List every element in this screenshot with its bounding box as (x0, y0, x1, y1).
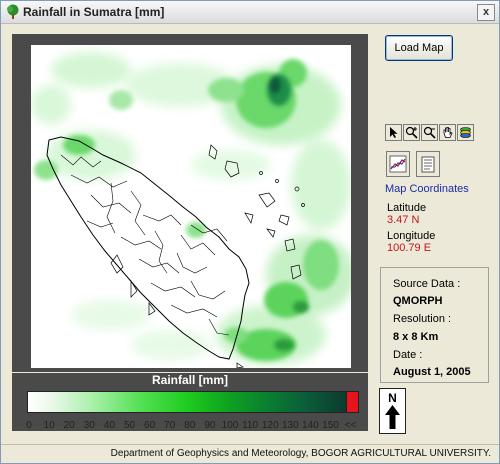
source-data-label: Source Data : (393, 278, 461, 290)
tree-icon (5, 4, 21, 20)
north-arrow-icon (385, 405, 400, 429)
legend-tick-label: 50 (123, 420, 136, 431)
source-info-panel: Source Data : QMORPH Resolution : 8 x 8 … (380, 267, 489, 383)
map-frame (12, 34, 368, 372)
pan-tool-button[interactable] (439, 124, 456, 141)
legend-tick-label: 120 (261, 420, 279, 431)
hand-icon (443, 127, 453, 138)
legend-tick-label: 100 (221, 420, 239, 431)
map-toolbar (385, 124, 485, 142)
resolution-label: Resolution : (393, 313, 452, 325)
map-coordinates-title: Map Coordinates (385, 183, 469, 195)
color-scale-bar (27, 391, 348, 413)
legend-tick-label: 30 (83, 420, 95, 431)
pointer-icon (390, 127, 398, 138)
window-title: Rainfall in Sumatra [mm] (23, 5, 165, 19)
status-bar: Department of Geophysics and Meteorology… (1, 444, 499, 463)
rainfall-map-image (31, 52, 351, 368)
legend-tick-label: 70 (164, 420, 176, 431)
title-bar: Rainfall in Sumatra [mm] x (1, 1, 499, 24)
longitude-label: Longitude (387, 230, 436, 242)
date-label: Date : (393, 349, 423, 361)
app-window: Rainfall in Sumatra [mm] x Rainfall [mm]… (0, 0, 500, 464)
legend-tick-label: 40 (103, 420, 115, 431)
latitude-label: Latitude (387, 202, 427, 214)
latitude-value: 3.47 N (387, 214, 420, 226)
resolution-value: 8 x 8 Km (393, 331, 439, 343)
zoom-in-icon (405, 126, 418, 139)
layers-button[interactable] (457, 124, 474, 141)
legend-ticks: 0 10 20 30 40 50 60 70 80 90 100 110 120 130 140 150 << (12, 420, 372, 434)
north-arrow: N (379, 388, 406, 434)
select-tool-button[interactable] (385, 124, 402, 141)
footer-credit: Department of Geophysics and Meteorology… (110, 448, 491, 459)
legend-tick-label: 150 (322, 420, 339, 431)
line-chart-icon (389, 155, 407, 173)
legend-tick-label: 0 (26, 420, 32, 431)
zoom-in-button[interactable] (403, 124, 420, 141)
legend-tick-label: 90 (204, 420, 216, 431)
legend-tick-label: 20 (63, 420, 75, 431)
close-button[interactable]: x (477, 4, 495, 21)
date-value: August 1, 2005 (393, 366, 471, 378)
map-title: Rainfall [mm] (12, 373, 368, 387)
legend-tick-label: 140 (302, 420, 319, 431)
legend-tick-label: << (344, 420, 357, 431)
zoom-out-button[interactable] (421, 124, 438, 141)
zoom-out-icon (423, 126, 436, 139)
legend-tick-label: 60 (144, 420, 156, 431)
legend-tick-label: 80 (184, 420, 196, 431)
source-data-value: QMORPH (393, 295, 443, 307)
load-map-button[interactable]: Load Map (385, 35, 453, 61)
legend-tick-label: 110 (242, 420, 259, 431)
rainfall-map[interactable] (31, 45, 351, 368)
chart-button[interactable] (386, 151, 410, 177)
layers-icon (460, 127, 471, 138)
document-icon (421, 156, 435, 173)
longitude-value: 100.79 E (387, 242, 432, 254)
overflow-color-swatch (346, 391, 359, 413)
legend-tick-label: 130 (281, 420, 299, 431)
report-button[interactable] (416, 151, 440, 177)
legend-tick-label: 10 (43, 420, 55, 431)
